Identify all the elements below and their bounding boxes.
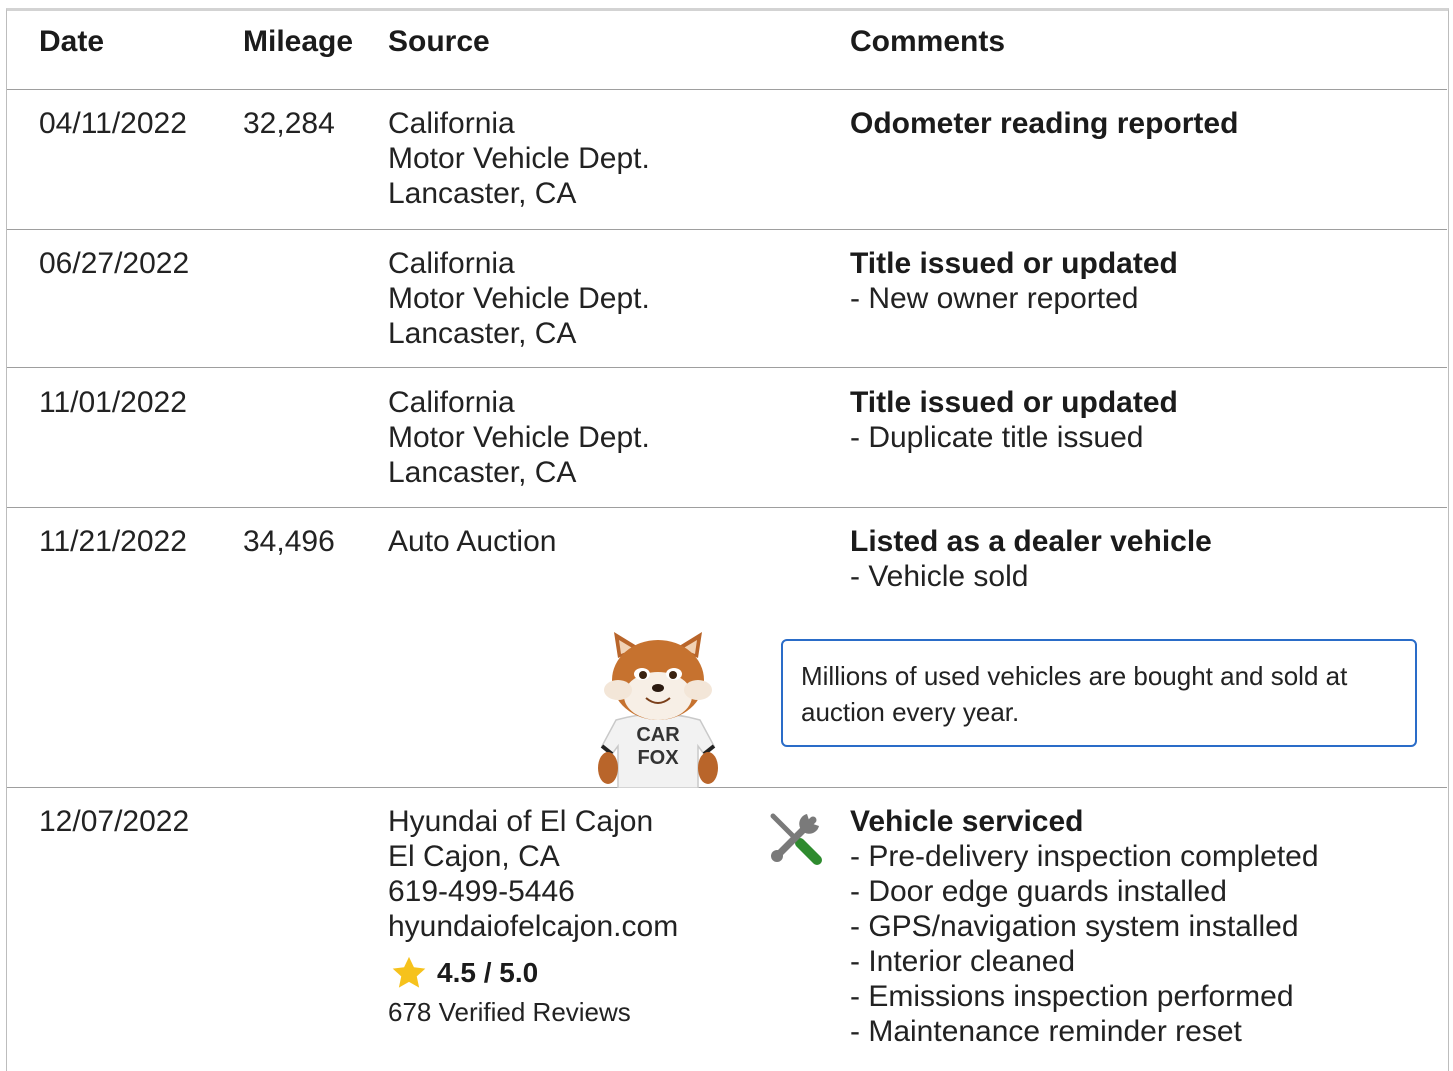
row-mileage: 34,496 [243, 525, 335, 558]
callout-text: Millions of used vehicles are bought and… [801, 661, 1348, 727]
comment-title: Title issued or updated [850, 386, 1178, 419]
comment-title: Vehicle serviced [850, 805, 1084, 838]
source-line: California [388, 247, 515, 280]
row-comments: Title issued or updated Duplicate title … [850, 385, 1178, 455]
row-date: 12/07/2022 [39, 805, 190, 838]
comment-title: Title issued or updated [850, 247, 1178, 280]
comment-item: Interior cleaned [850, 944, 1319, 979]
carfox-mascot-icon: CAR FOX [598, 632, 718, 788]
verified-reviews-link[interactable]: 678 Verified Reviews [388, 997, 631, 1028]
source-line: Motor Vehicle Dept. [388, 421, 650, 454]
comment-item: Maintenance reminder reset [850, 1014, 1319, 1049]
row-divider [7, 229, 1447, 230]
row-source: California Motor Vehicle Dept. Lancaster… [388, 385, 650, 490]
service-wrench-icon [770, 813, 822, 865]
row-date: 06/27/2022 [39, 247, 190, 280]
source-line: Lancaster, CA [388, 456, 577, 489]
source-line: Motor Vehicle Dept. [388, 142, 650, 175]
header-source: Source [388, 25, 490, 58]
row-date: 11/21/2022 [39, 525, 187, 558]
row-date: 11/01/2022 [39, 386, 187, 419]
star-icon [392, 956, 426, 988]
source-line: Hyundai of El Cajon [388, 805, 654, 838]
header-comments: Comments [850, 25, 1006, 58]
mascot-shirt-text: CAR [636, 724, 680, 746]
row-comments: Odometer reading reported [850, 106, 1238, 141]
header-mileage: Mileage [243, 25, 354, 58]
row-source: California Motor Vehicle Dept. Lancaster… [388, 106, 650, 211]
row-comments: Listed as a dealer vehicle Vehicle sold [850, 524, 1212, 594]
row-mileage: 32,284 [243, 107, 335, 140]
row-comments: Title issued or updated New owner report… [850, 246, 1178, 316]
comment-item: Vehicle sold [850, 559, 1212, 594]
source-line: California [388, 386, 515, 419]
comment-item: Emissions inspection performed [850, 979, 1319, 1014]
source-line: Lancaster, CA [388, 317, 577, 350]
comment-item: New owner reported [850, 281, 1178, 316]
dealer-website-link[interactable]: hyundaiofelcajon.com [388, 909, 678, 944]
row-comments: Vehicle serviced Pre-delivery inspection… [850, 804, 1319, 1049]
row-divider [7, 367, 1447, 368]
source-line[interactable]: 619-499-5446 [388, 874, 678, 909]
row-source: Hyundai of El Cajon El Cajon, CA 619-499… [388, 804, 678, 944]
source-line: Motor Vehicle Dept. [388, 282, 650, 315]
row-source: California Motor Vehicle Dept. Lancaster… [388, 246, 650, 351]
comment-title: Listed as a dealer vehicle [850, 525, 1212, 558]
source-line: Auto Auction [388, 525, 557, 558]
comment-item: Duplicate title issued [850, 420, 1178, 455]
source-line: Lancaster, CA [388, 177, 577, 210]
comment-item: Pre-delivery inspection completed [850, 839, 1318, 874]
row-date: 04/11/2022 [39, 107, 187, 140]
source-line: El Cajon, CA [388, 840, 560, 873]
mascot-shirt-text: FOX [637, 747, 679, 769]
row-source: Auto Auction [388, 524, 556, 559]
row-divider [7, 89, 1447, 90]
rating-score: 4.5 / 5.0 [437, 957, 539, 988]
source-line: California [388, 107, 515, 140]
header-date: Date [39, 25, 105, 58]
comment-item: GPS/navigation system installed [850, 909, 1319, 944]
dealer-rating[interactable]: 4.5 / 5.0 [389, 953, 538, 993]
comment-title: Odometer reading reported [850, 107, 1239, 140]
comment-item: Door edge guards installed [850, 874, 1319, 909]
row-divider [7, 507, 1447, 508]
auction-callout: Millions of used vehicles are bought and… [781, 639, 1417, 747]
